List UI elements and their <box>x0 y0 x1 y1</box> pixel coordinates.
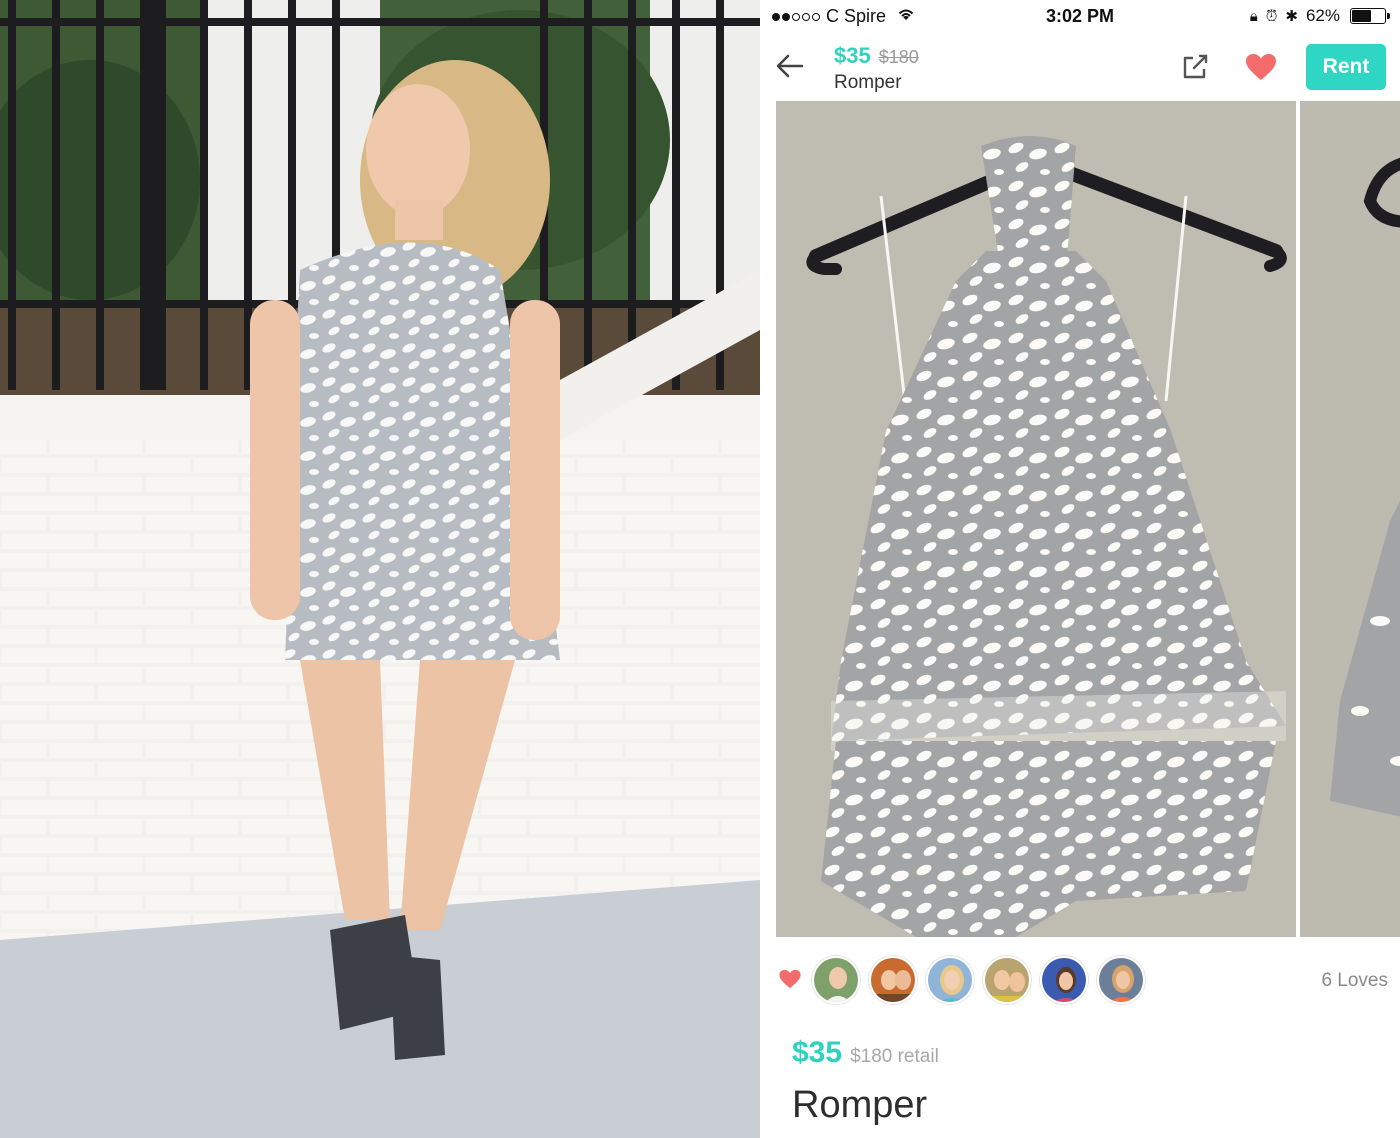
avatar[interactable] <box>1040 956 1088 1004</box>
battery-icon <box>1350 8 1390 24</box>
bluetooth-icon: ✱ <box>1285 8 1298 25</box>
lover-avatars <box>812 956 1145 1004</box>
woman-wearing-romper-photo <box>0 0 760 1138</box>
avatar[interactable] <box>1097 956 1145 1004</box>
heart-icon[interactable] <box>1244 52 1278 82</box>
battery-level <box>1352 10 1372 22</box>
image-gallery[interactable] <box>776 101 1400 937</box>
status-bar: C Spire 3:02 PM 🔒︎ ⏰︎ ✱ 62% <box>760 0 1400 34</box>
loves-count[interactable]: 6 Loves <box>1321 970 1388 992</box>
nav-price-row: $35 $180 <box>834 43 919 69</box>
nav-retail-price: $180 <box>878 47 919 67</box>
romper-on-hanger-photo[interactable] <box>776 101 1296 937</box>
nav-title: Romper <box>834 72 902 93</box>
nav-price: $35 <box>834 43 871 68</box>
detail-price: $35 <box>792 1036 843 1069</box>
product-screen: C Spire 3:02 PM 🔒︎ ⏰︎ ✱ 62% $35 $180 Rom… <box>760 0 1400 1138</box>
external-share-icon[interactable] <box>1178 50 1212 84</box>
rent-button[interactable]: Rent <box>1306 44 1386 90</box>
heart-icon[interactable] <box>778 968 802 990</box>
nav-bar: $35 $180 Romper Rent <box>760 34 1400 100</box>
detail-retail-price: $180 retail <box>850 1046 939 1067</box>
avatar[interactable] <box>983 956 1031 1004</box>
detail-price-row: $35 $180 retail <box>792 1036 939 1070</box>
avatar[interactable] <box>812 956 860 1004</box>
loves-row: 6 Loves <box>760 950 1400 1010</box>
avatar[interactable] <box>926 956 974 1004</box>
romper-second-photo-partial[interactable] <box>1300 101 1400 937</box>
screen: C Spire 3:02 PM 🔒︎ ⏰︎ ✱ 62% $35 $180 Rom… <box>0 0 1400 1138</box>
avatar[interactable] <box>869 956 917 1004</box>
battery-percent: 62% <box>1305 6 1340 25</box>
arrow-left-icon[interactable] <box>772 48 808 84</box>
alarm-icon: ⏰︎ <box>1265 7 1278 25</box>
orientation-lock-icon: 🔒︎ <box>1249 7 1258 25</box>
product-title: Romper <box>792 1084 928 1126</box>
